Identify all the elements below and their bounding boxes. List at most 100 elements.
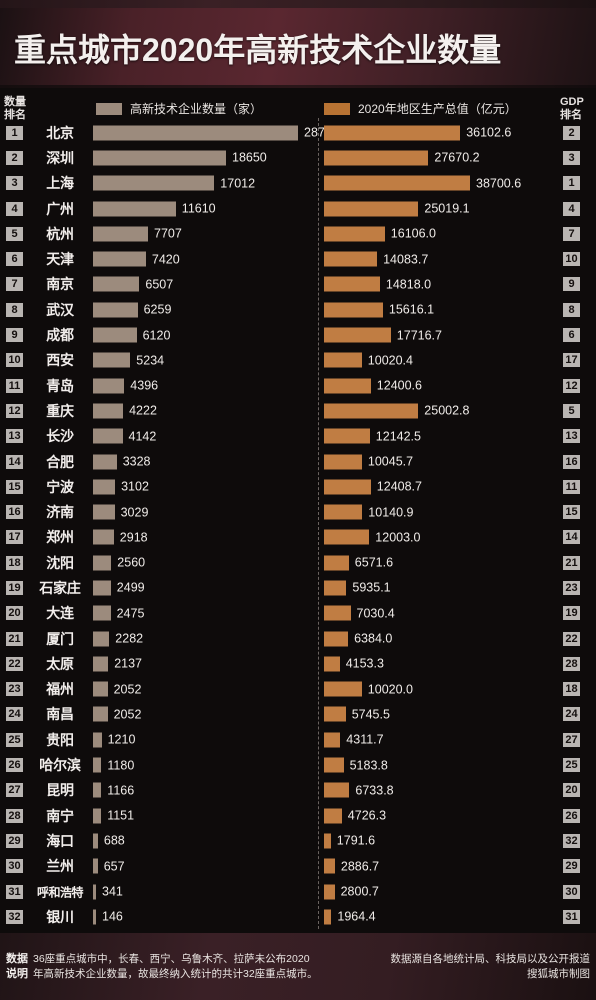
qty-value: 2052 bbox=[113, 707, 142, 722]
gdp-rank-column-header: GDP 排名 bbox=[560, 96, 584, 122]
qty-bar-group: 341 bbox=[93, 884, 123, 900]
city-name: 福州 bbox=[46, 681, 74, 698]
gdp-rank-badge: 19 bbox=[563, 606, 580, 621]
qty-value: 4396 bbox=[130, 378, 159, 393]
gdp-bar-group: 10140.9 bbox=[324, 504, 413, 520]
gdp-bar-group: 10020.4 bbox=[324, 352, 413, 368]
gdp-value: 12003.0 bbox=[375, 530, 421, 545]
qty-rank-badge: 1 bbox=[6, 125, 23, 140]
qty-bar-group: 18650 bbox=[93, 150, 267, 166]
gdp-value: 6571.6 bbox=[354, 555, 394, 570]
city-name: 大连 bbox=[46, 605, 74, 622]
gdp-bar-group: 7030.4 bbox=[324, 605, 395, 621]
gdp-bar-group: 4311.7 bbox=[324, 732, 384, 748]
city-name: 银川 bbox=[46, 908, 74, 925]
table-row: 20 大连 2475 7030.4 19 bbox=[0, 601, 596, 626]
table-row: 11 青岛 4396 12400.6 12 bbox=[0, 373, 596, 398]
gdp-value: 10020.0 bbox=[367, 682, 413, 697]
gdp-rank-badge: 30 bbox=[563, 884, 580, 899]
gdp-bar bbox=[324, 428, 370, 444]
qty-rank-badge: 16 bbox=[6, 505, 23, 520]
legend-qty: 高新技术企业数量（家） bbox=[96, 100, 262, 117]
table-row: 10 西安 5234 10020.4 17 bbox=[0, 348, 596, 373]
footer-note-line2: 年高新技术企业数量，故最终纳入统计的共计32座重点城市。 bbox=[33, 967, 318, 980]
gdp-bar bbox=[324, 757, 344, 773]
city-name: 杭州 bbox=[46, 225, 74, 242]
qty-value: 2918 bbox=[119, 530, 148, 545]
gdp-rank-badge: 18 bbox=[563, 682, 580, 697]
qty-bar-group: 2137 bbox=[93, 656, 142, 672]
qty-bar bbox=[93, 757, 102, 773]
gdp-rank-badge: 12 bbox=[563, 378, 580, 393]
gdp-value: 10020.4 bbox=[367, 353, 413, 368]
footer-key: 数据 说明 bbox=[6, 952, 28, 982]
qty-bar-group: 2918 bbox=[93, 529, 148, 545]
qty-bar-group: 4222 bbox=[93, 403, 157, 419]
qty-value: 1210 bbox=[107, 732, 136, 747]
gdp-rank-badge: 13 bbox=[563, 429, 580, 444]
table-row: 18 沈阳 2560 6571.6 21 bbox=[0, 550, 596, 575]
qty-rank-badge: 12 bbox=[6, 403, 23, 418]
city-name: 厦门 bbox=[46, 630, 74, 647]
qty-rank-badge: 17 bbox=[6, 530, 23, 545]
footer-note-line1: 36座重点城市中，长春、西宁、乌鲁木齐、拉萨未公布2020 bbox=[33, 952, 310, 965]
qty-bar bbox=[93, 909, 96, 925]
gdp-bar bbox=[324, 454, 362, 469]
gdp-rank-badge: 14 bbox=[563, 530, 580, 545]
gdp-bar-group: 36102.6 bbox=[324, 125, 511, 141]
qty-rank-column-header: 数量 排名 bbox=[4, 96, 26, 122]
table-row: 16 济南 3029 10140.9 15 bbox=[0, 499, 596, 524]
city-name: 南昌 bbox=[46, 706, 74, 723]
gdp-rank-badge: 23 bbox=[563, 580, 580, 595]
qty-bar bbox=[93, 681, 108, 697]
city-name: 长沙 bbox=[46, 428, 74, 445]
city-name: 广州 bbox=[46, 200, 74, 217]
qty-rank-badge: 9 bbox=[6, 328, 23, 343]
gdp-bar bbox=[324, 808, 342, 824]
qty-bar-group: 28750 bbox=[93, 125, 339, 141]
qty-rank-badge: 28 bbox=[6, 808, 23, 823]
qty-bar-group: 4396 bbox=[93, 378, 159, 394]
city-name: 成都 bbox=[46, 327, 74, 344]
title-bar: 重点城市2020年高新技术企业数量 bbox=[0, 8, 596, 88]
qty-value: 5234 bbox=[136, 353, 165, 368]
gdp-value: 1964.4 bbox=[337, 909, 376, 924]
qty-bar-group: 2560 bbox=[93, 555, 146, 571]
gdp-value: 5183.8 bbox=[349, 758, 388, 773]
qty-value: 2282 bbox=[115, 631, 144, 646]
qty-bar-group: 17012 bbox=[93, 175, 255, 191]
qty-bar-group: 7707 bbox=[93, 226, 182, 242]
gdp-value: 16106.0 bbox=[390, 226, 436, 241]
qty-bar bbox=[93, 403, 124, 419]
gdp-bar bbox=[324, 555, 349, 571]
qty-rank-badge: 22 bbox=[6, 656, 23, 671]
table-row: 1 北京 28750 36102.6 2 bbox=[0, 120, 596, 145]
gdp-bar-group: 25019.1 bbox=[324, 201, 470, 217]
gdp-rank-badge: 20 bbox=[563, 783, 580, 798]
gdp-value: 7030.4 bbox=[356, 606, 395, 621]
legend-label-qty: 高新技术企业数量（家） bbox=[130, 102, 263, 116]
gdp-rank-badge: 22 bbox=[563, 631, 580, 646]
city-name: 深圳 bbox=[46, 149, 74, 166]
qty-value: 7707 bbox=[154, 226, 182, 241]
qty-rank-badge: 23 bbox=[6, 682, 23, 697]
qty-rank-badge: 24 bbox=[6, 707, 23, 722]
qty-value: 2560 bbox=[117, 555, 146, 570]
gdp-value: 5935.1 bbox=[352, 580, 391, 595]
qty-rank-badge: 4 bbox=[6, 201, 23, 216]
qty-value: 657 bbox=[103, 859, 125, 874]
qty-rank-badge: 25 bbox=[6, 732, 23, 747]
qty-bar bbox=[93, 378, 125, 394]
city-name: 兰州 bbox=[46, 858, 74, 875]
legend-gdp: 2020年地区生产总值（亿元） bbox=[324, 100, 517, 117]
qty-bar-group: 657 bbox=[93, 858, 125, 874]
qty-value: 2137 bbox=[114, 656, 142, 671]
gdp-bar-group: 12400.6 bbox=[324, 378, 422, 394]
gdp-value: 12142.5 bbox=[375, 429, 421, 444]
gdp-rank-badge: 15 bbox=[563, 505, 580, 520]
gdp-value: 25002.8 bbox=[424, 403, 470, 418]
gdp-bar bbox=[324, 150, 429, 166]
gdp-bar-group: 27670.2 bbox=[324, 150, 480, 166]
qty-bar bbox=[93, 808, 102, 824]
gdp-rank-header-line1: GDP bbox=[560, 96, 584, 108]
